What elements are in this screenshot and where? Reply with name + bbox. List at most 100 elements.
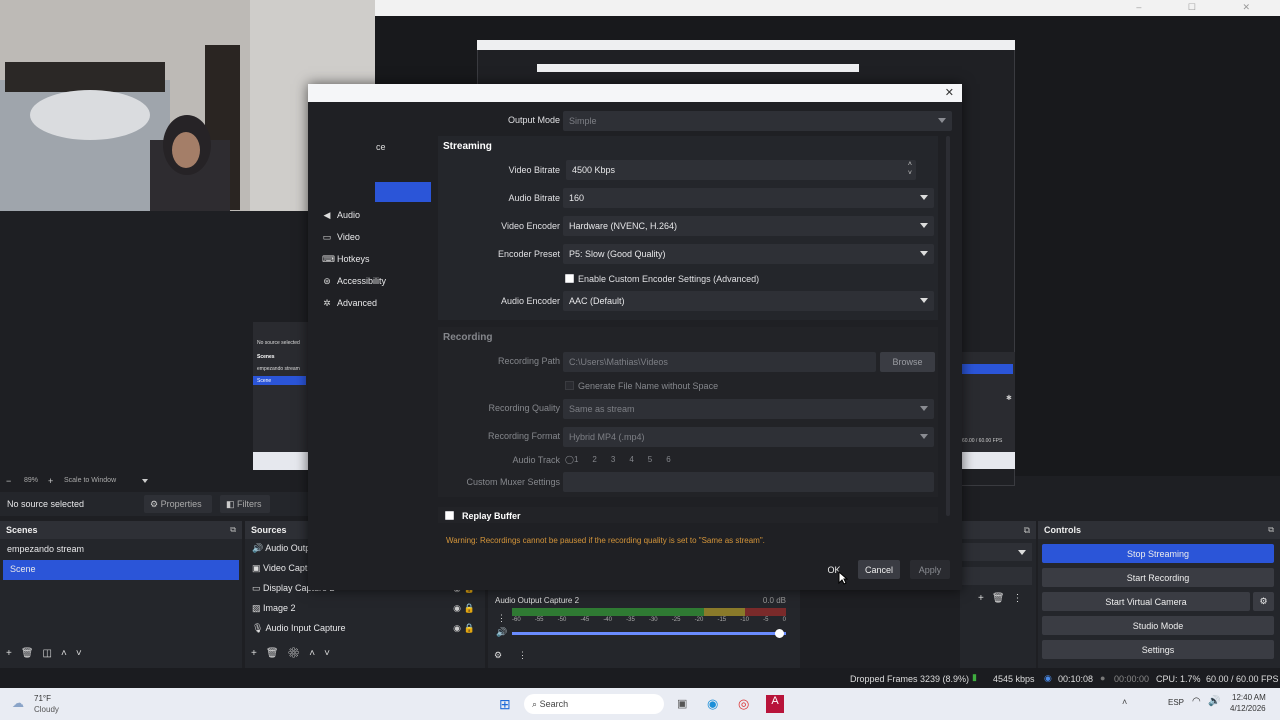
chrome-icon[interactable]: ◎: [738, 696, 749, 712]
zoom-in-button[interactable]: +: [48, 476, 53, 486]
minimize-button[interactable]: –: [1136, 2, 1163, 12]
source-item[interactable]: 🎙 Audio Input Capture ◉ 🔒: [245, 619, 485, 639]
transitions-dock: ⧉ +🗑⋮: [960, 521, 1036, 668]
edge-icon[interactable]: ◉: [707, 696, 718, 712]
nav-item-output-selected[interactable]: [375, 182, 431, 202]
menu-icon[interactable]: ⋮: [518, 650, 527, 661]
maximize-button[interactable]: ☐: [1188, 2, 1218, 12]
source-status: No source selected: [7, 499, 85, 509]
spinner-icon[interactable]: ˄ ˅: [908, 160, 912, 178]
custom-encoder-checkbox[interactable]: [565, 274, 574, 283]
stop-streaming-button[interactable]: Stop Streaming: [1042, 544, 1274, 563]
chevron-down-icon: [142, 479, 148, 483]
lock-icon[interactable]: 🔒: [464, 603, 475, 614]
settings-button[interactable]: Settings: [1042, 640, 1274, 659]
rec-quality-select[interactable]: Same as stream: [563, 399, 934, 419]
fps: 60.00 / 60.00 FPS: [1206, 674, 1279, 684]
properties-button[interactable]: ⚙ Properties: [144, 495, 212, 513]
signal-icon: ▮: [972, 672, 977, 682]
nav-item-video[interactable]: ▭ Video: [316, 226, 432, 248]
wifi-icon[interactable]: ◠: [1192, 696, 1201, 707]
scenes-header: Scenes: [0, 521, 242, 539]
speaker-icon[interactable]: 🔊: [496, 627, 507, 638]
nav-item-audio[interactable]: ◀ Audio: [316, 204, 432, 226]
rec-format-label: Recording Format: [487, 431, 560, 441]
output-mode-label: Output Mode: [507, 115, 560, 125]
warning-text: Warning: Recordings cannot be paused if …: [446, 536, 765, 545]
close-icon[interactable]: ✕: [945, 86, 954, 99]
close-button[interactable]: ✕: [1242, 2, 1272, 12]
sources-toolbar[interactable]: +🗑⚙˄˅: [251, 648, 339, 659]
cancel-button[interactable]: Cancel: [858, 560, 900, 579]
monitor-icon: ▭: [322, 231, 332, 242]
scene-item[interactable]: empezando stream: [0, 540, 242, 560]
settings-scrollbar[interactable]: [946, 136, 950, 516]
nested-thumb-right: ✱ 60.00 / 60.00 FPS: [960, 352, 1015, 452]
output-mode-select[interactable]: Simple: [563, 111, 952, 131]
volume-slider[interactable]: [512, 632, 786, 635]
rec-format-select[interactable]: Hybrid MP4 (.mp4): [563, 427, 934, 447]
muxer-label: Custom Muxer Settings: [466, 477, 560, 487]
eye-icon[interactable]: ◉: [453, 603, 461, 614]
recording-path-input[interactable]: C:\Users\Mathias\Videos: [563, 352, 876, 372]
encoder-preset-select[interactable]: P5: Slow (Good Quality): [563, 244, 934, 264]
filters-button[interactable]: ◧ Filters: [220, 495, 270, 513]
volume-slider-handle[interactable]: [775, 629, 784, 638]
dock-popout-icon[interactable]: ⧉: [230, 525, 236, 535]
studio-mode-button[interactable]: Studio Mode: [1042, 616, 1274, 635]
windows-start-icon[interactable]: ⊞: [499, 696, 511, 713]
scenes-toolbar[interactable]: +🗑◫˄˅: [6, 648, 91, 659]
mixer-db: 0.0 dB: [762, 596, 786, 605]
transition-toolbar[interactable]: +🗑⋮: [978, 593, 1031, 604]
stream-time: 00:10:08: [1058, 674, 1094, 684]
chevron-up-icon[interactable]: ˄: [1122, 697, 1127, 707]
filter-icon: ◧: [226, 499, 235, 509]
zoom-level: 89%: [24, 477, 39, 484]
app-icon[interactable]: A: [766, 695, 784, 713]
language-indicator[interactable]: ESP: [1168, 698, 1184, 707]
audio-bitrate-select[interactable]: 160: [563, 188, 934, 208]
task-view-icon[interactable]: ▣: [677, 697, 687, 710]
audio-encoder-select[interactable]: AAC (Default): [563, 291, 934, 311]
mixer-settings-icon[interactable]: ⚙: [494, 650, 502, 661]
scene-item-selected[interactable]: Scene: [3, 560, 239, 580]
audio-track-label: Audio Track: [512, 455, 560, 465]
source-item[interactable]: ▨ Image 2 ◉ 🔒: [245, 599, 485, 619]
nav-item-advanced[interactable]: ✲ Advanced: [316, 292, 432, 314]
muxer-input[interactable]: [563, 472, 934, 492]
audio-track-radios[interactable]: ◯1 2 3 4 5 6: [565, 455, 671, 464]
clock-time: 12:40 AM: [1232, 693, 1266, 702]
video-encoder-label: Video Encoder: [501, 221, 560, 231]
apply-button[interactable]: Apply: [910, 560, 950, 579]
transition-duration[interactable]: [960, 567, 1032, 585]
window-controls[interactable]: – ☐ ✕: [1136, 2, 1272, 13]
transition-select[interactable]: [960, 543, 1032, 561]
zoom-out-button[interactable]: −: [6, 476, 11, 486]
mixer-menu-icon[interactable]: ⋮: [497, 613, 506, 624]
speaker-icon: 🔊: [252, 543, 266, 553]
settings-nav: ce ◀ Audio ▭ Video ⌨ Hotkeys ⊛ Accessibility…: [308, 102, 432, 570]
dock-popout-icon[interactable]: ⧉: [1024, 525, 1030, 535]
dialog-titlebar: ✕: [308, 84, 962, 102]
video-encoder-select[interactable]: Hardware (NVENC, H.264): [563, 216, 934, 236]
replay-buffer-checkbox[interactable]: [445, 511, 454, 520]
settings-dialog: ✕ ce ◀ Audio ▭ Video ⌨ Hotkeys ⊛ Accessibili…: [308, 84, 962, 590]
start-virtual-camera-button[interactable]: Start Virtual Camera: [1042, 592, 1250, 611]
nav-item-accessibility[interactable]: ⊛ Accessibility: [316, 270, 432, 292]
taskbar-search[interactable]: ⌕ Search: [524, 694, 664, 714]
browse-button[interactable]: Browse: [880, 352, 935, 372]
eye-icon[interactable]: ◉: [453, 623, 461, 634]
volume-icon[interactable]: 🔊: [1208, 696, 1220, 707]
scale-mode-select[interactable]: Scale to Window: [64, 477, 116, 484]
gen-filename-checkbox[interactable]: [565, 381, 574, 390]
virtual-camera-settings-button[interactable]: ⚙: [1253, 592, 1274, 611]
recording-path-label: Recording Path: [497, 356, 560, 366]
nav-item-hotkeys[interactable]: ⌨ Hotkeys: [316, 248, 432, 270]
lock-icon[interactable]: 🔒: [464, 623, 475, 634]
scenes-dock: Scenes ⧉ empezando stream Scene +🗑◫˄˅: [0, 521, 242, 668]
start-recording-button[interactable]: Start Recording: [1042, 568, 1274, 587]
preview-scale-bar: − 89% + Scale to Window: [0, 474, 310, 488]
dock-popout-icon[interactable]: ⧉: [1268, 525, 1274, 535]
video-bitrate-input[interactable]: 4500 Kbps ˄ ˅: [566, 160, 916, 180]
record-time: 00:00:00: [1114, 674, 1150, 684]
